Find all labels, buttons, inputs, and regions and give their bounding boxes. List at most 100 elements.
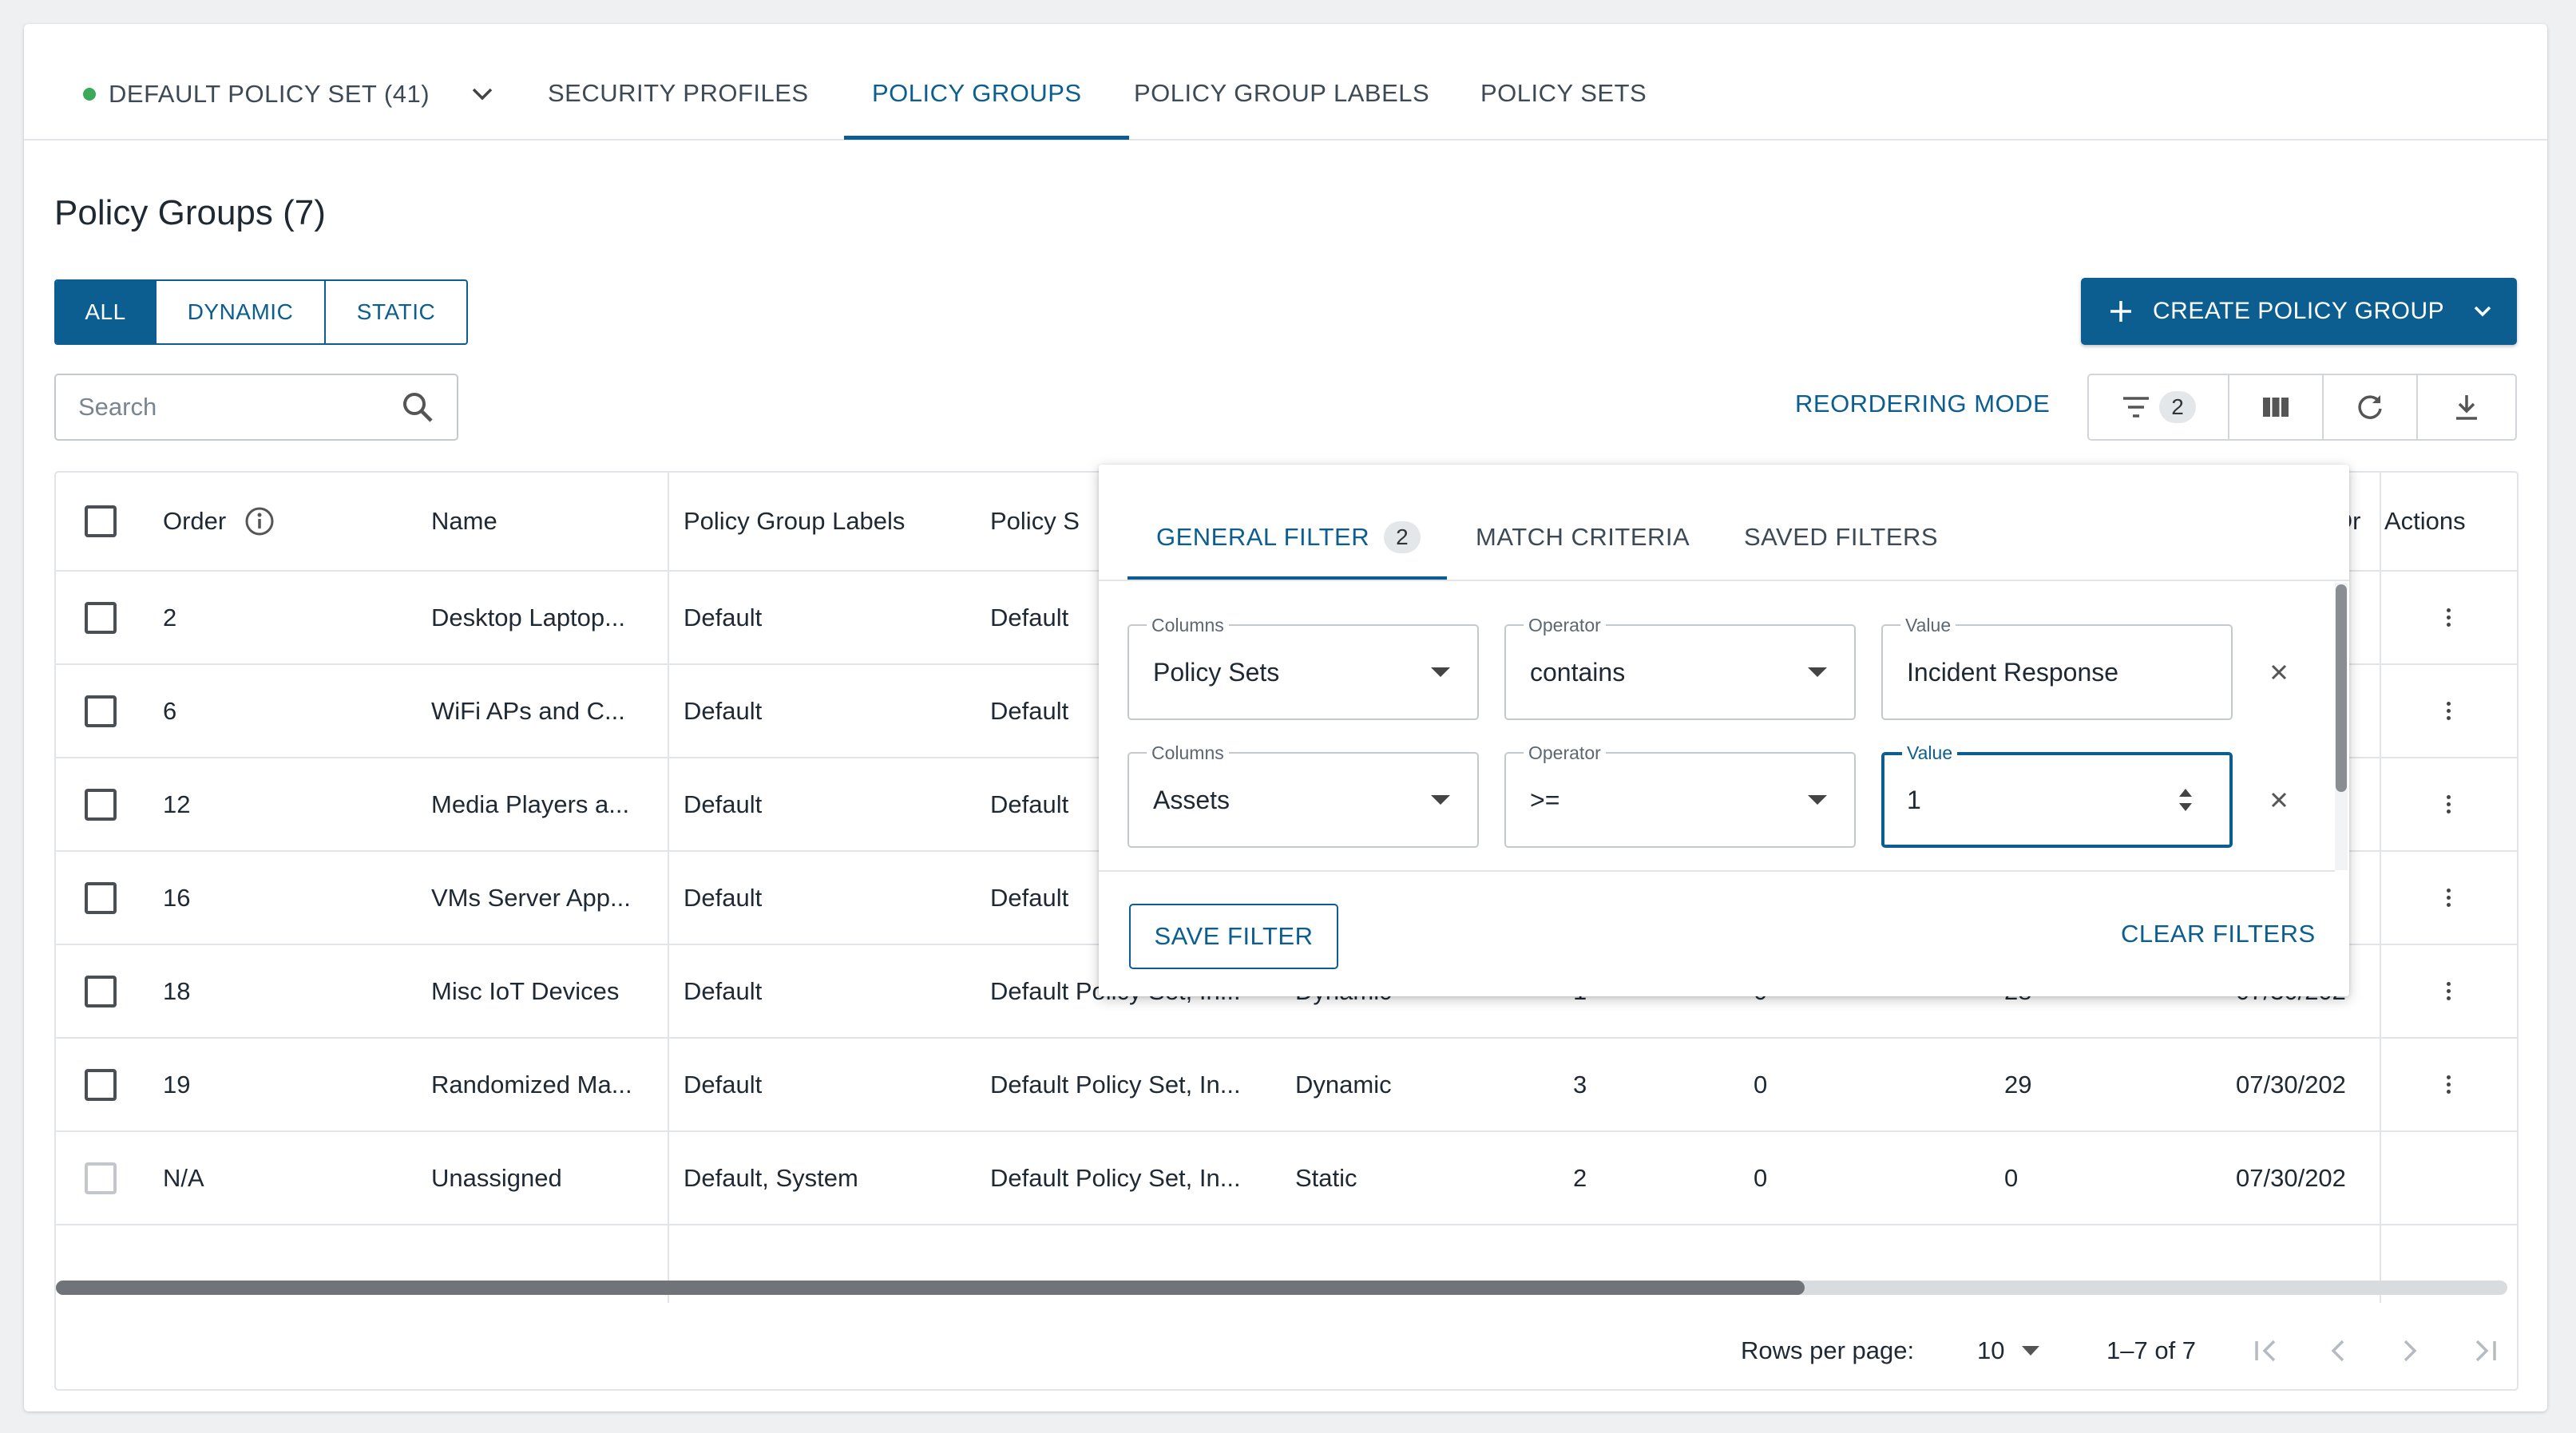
value-input[interactable]: 1 (1907, 755, 1921, 845)
value-field-active[interactable]: Value 1 (1881, 742, 2233, 848)
tab-policy-sets[interactable]: POLICY SETS (1480, 70, 1647, 117)
tab-policy-groups[interactable]: POLICY GROUPS (872, 70, 1082, 117)
horizontal-scrollbar[interactable] (56, 1281, 2507, 1295)
row-labels: Default (684, 696, 763, 725)
tab-security-profiles[interactable]: SECURITY PROFILES (548, 70, 809, 117)
tab-saved-filters[interactable]: SAVED FILTERS (1744, 509, 1938, 565)
row-order: N/A (163, 1163, 204, 1192)
row-policy-sets: Default Policy Set, In... (990, 1163, 1241, 1192)
policy-set-label: DEFAULT POLICY SET (41) (109, 80, 430, 108)
row-order: 12 (163, 790, 191, 818)
row-name: Misc IoT Devices (431, 976, 620, 1005)
search-box (54, 374, 458, 441)
active-tab-indicator (1127, 576, 1447, 580)
chevron-down-icon (2474, 306, 2491, 317)
operator-select[interactable]: Operator >= (1504, 742, 1856, 848)
col-order[interactable]: Order (163, 473, 275, 570)
row-actions-menu[interactable] (2447, 665, 2451, 757)
close-icon (2271, 664, 2287, 680)
tab-policy-group-labels[interactable]: POLICY GROUP LABELS (1134, 70, 1429, 117)
row-name: Desktop Laptop... (431, 603, 625, 631)
table-row[interactable]: N/A Unassigned Default, System Default P… (56, 1132, 2517, 1225)
prev-page-icon[interactable] (2328, 1327, 2348, 1375)
row-actions-menu[interactable] (2447, 945, 2451, 1037)
row-checkbox[interactable] (85, 881, 117, 914)
row-actions-menu[interactable] (2447, 572, 2451, 663)
value-input[interactable]: Incident Response (1907, 626, 2118, 718)
row-count-3: 29 (2004, 1070, 2032, 1099)
download-icon (2456, 395, 2477, 420)
row-name: WiFi APs and C... (431, 696, 625, 725)
spinner-arrows-icon[interactable] (2177, 784, 2194, 816)
columns-value: Assets (1153, 785, 1231, 814)
col-policy-sets[interactable]: Policy S (990, 473, 1080, 570)
rows-per-page-value: 10 (1977, 1336, 2005, 1364)
row-checkbox[interactable] (85, 695, 117, 727)
general-filter-count-badge: 2 (1384, 521, 1421, 553)
download-button[interactable] (2418, 375, 2515, 439)
save-filter-button[interactable]: SAVE FILTER (1129, 904, 1338, 969)
row-labels: Default (684, 883, 763, 912)
close-icon (2271, 792, 2287, 808)
search-input[interactable] (78, 393, 382, 422)
tab-general-filter[interactable]: GENERAL FILTER 2 (1156, 509, 1421, 565)
operator-select[interactable]: Operator contains (1504, 615, 1856, 720)
columns-button[interactable] (2229, 375, 2324, 439)
refresh-button[interactable] (2324, 375, 2418, 439)
col-policy-group-labels[interactable]: Policy Group Labels (684, 473, 905, 570)
more-vert-icon (2447, 702, 2451, 720)
info-icon[interactable] (244, 505, 275, 537)
table-toolbar: 2 (2087, 374, 2517, 441)
table-row[interactable]: 19 Randomized Ma... Default Default Poli… (56, 1039, 2517, 1132)
row-policy-sets: Default (990, 790, 1069, 818)
last-page-icon[interactable] (2471, 1327, 2499, 1375)
policy-set-selector[interactable]: DEFAULT POLICY SET (41) (83, 72, 498, 117)
reordering-mode-button[interactable]: REORDERING MODE (1795, 390, 2050, 418)
tab-match-criteria[interactable]: MATCH CRITERIA (1476, 509, 1690, 565)
row-checkbox[interactable] (85, 1068, 117, 1101)
columns-icon (2263, 398, 2289, 417)
segment-dynamic[interactable]: DYNAMIC (157, 281, 326, 343)
clear-filters-button[interactable]: CLEAR FILTERS (2121, 920, 2316, 948)
remove-filter-button[interactable] (2263, 656, 2295, 688)
row-checkbox[interactable] (85, 975, 117, 1007)
row-type: Dynamic (1295, 1070, 1392, 1099)
rows-per-page-select[interactable]: 10 (1977, 1327, 2040, 1375)
row-count-3: 0 (2004, 1163, 2019, 1192)
segment-all[interactable]: ALL (56, 281, 157, 343)
operator-value: >= (1530, 785, 1560, 814)
first-page-icon[interactable] (2252, 1327, 2281, 1375)
select-all-checkbox[interactable] (85, 505, 117, 537)
row-checkbox[interactable] (85, 788, 117, 821)
columns-select[interactable]: Columns Policy Sets (1127, 615, 1479, 720)
more-vert-icon (2447, 608, 2451, 627)
page-title: Policy Groups (7) (54, 193, 326, 232)
top-nav: DEFAULT POLICY SET (41) SECURITY PROFILE… (24, 24, 2547, 141)
scrollbar-thumb[interactable] (56, 1281, 1805, 1295)
row-count-1: 2 (1573, 1163, 1587, 1192)
active-tab-indicator (844, 136, 1129, 140)
row-labels: Default (684, 1070, 763, 1099)
create-policy-group-button[interactable]: CREATE POLICY GROUP (2081, 278, 2517, 345)
filter-scrollbar[interactable] (2335, 583, 2348, 870)
value-field[interactable]: Value Incident Response (1881, 615, 2233, 720)
remove-filter-button[interactable] (2263, 784, 2295, 816)
row-actions-menu[interactable] (2447, 1039, 2451, 1130)
columns-select[interactable]: Columns Assets (1127, 742, 1479, 848)
columns-value: Policy Sets (1153, 657, 1280, 687)
row-actions-menu[interactable] (2447, 852, 2451, 944)
search-icon[interactable] (401, 390, 434, 424)
status-dot (83, 88, 96, 101)
row-actions-menu[interactable] (2447, 758, 2451, 850)
next-page-icon[interactable] (2400, 1327, 2419, 1375)
row-order: 16 (163, 883, 191, 912)
col-name[interactable]: Name (431, 473, 497, 570)
row-order: 19 (163, 1070, 191, 1099)
chevron-down-icon[interactable] (466, 78, 498, 110)
row-checkbox[interactable] (85, 601, 117, 634)
row-labels: Default (684, 976, 763, 1005)
filter-button[interactable]: 2 (2089, 375, 2229, 439)
segment-static[interactable]: STATIC (326, 281, 466, 343)
row-date: 07/30/202 (2236, 1163, 2346, 1192)
scrollbar-thumb[interactable] (2336, 584, 2347, 792)
